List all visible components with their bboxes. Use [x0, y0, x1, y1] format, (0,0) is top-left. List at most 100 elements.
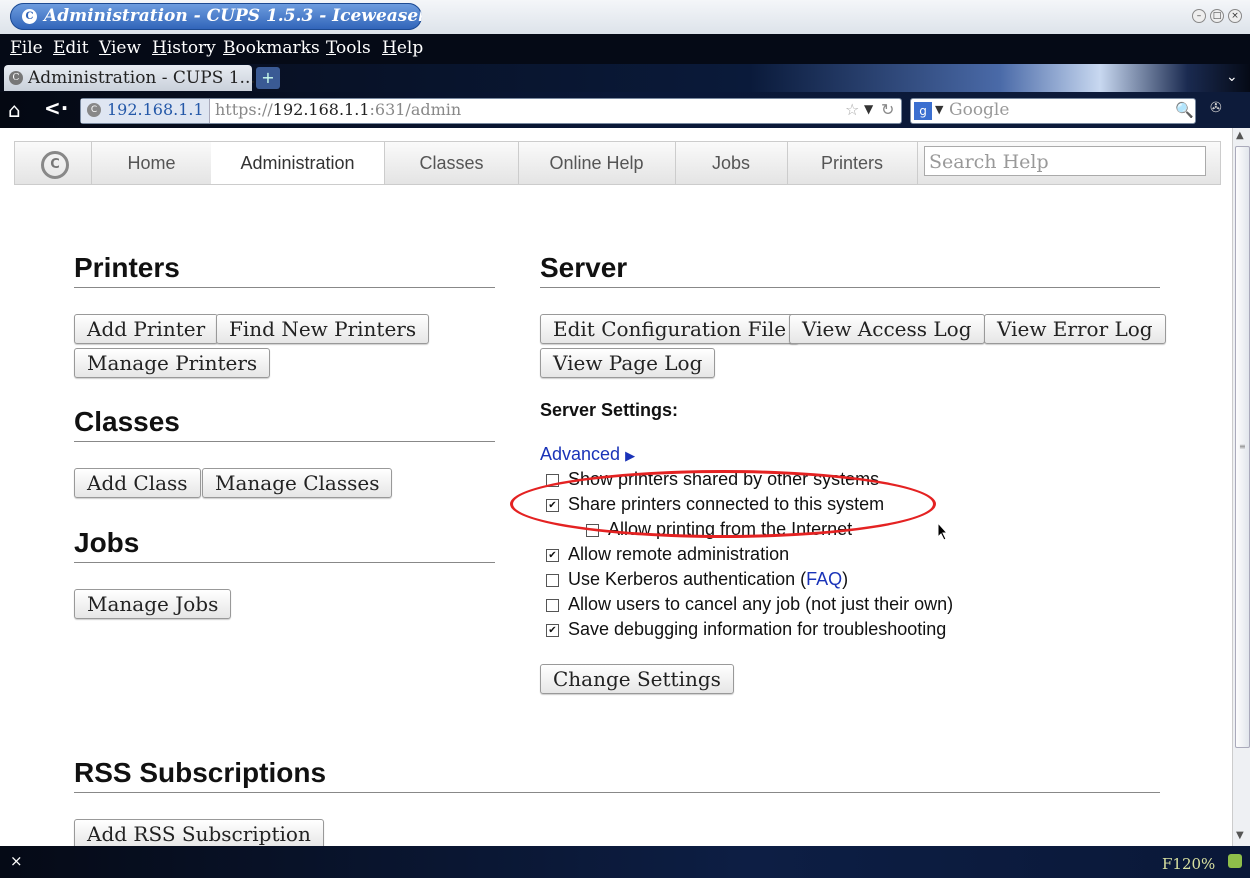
scroll-up-arrow-icon[interactable]: ▲	[1236, 130, 1244, 141]
bookmark-star-icon[interactable]: ☆	[845, 100, 859, 119]
allow-cancel-any-job-checkbox[interactable]	[546, 599, 559, 612]
menu-bookmarks[interactable]: Bookmarks	[223, 38, 320, 58]
toolbar-extension-icon[interactable]: ✇	[1210, 100, 1222, 116]
tab-favicon-icon: C	[9, 71, 23, 85]
close-icon[interactable]: ×	[1228, 9, 1242, 23]
back-arrow-icon[interactable]: <·	[44, 96, 68, 120]
tab-list-chevron-icon[interactable]: ⌄	[1226, 69, 1238, 85]
menu-tools[interactable]: Tools	[326, 38, 371, 58]
home-icon[interactable]: ⌂	[8, 98, 21, 122]
url-bar[interactable]: C 192.168.1.1 https://192.168.1.1:631/ad…	[80, 98, 902, 124]
tabbar: C Administration - CUPS 1.... + ⌄	[0, 64, 1250, 92]
share-printers-label: Share printers connected to this system	[568, 494, 885, 514]
menu-edit[interactable]: Edit	[53, 38, 89, 58]
tab-administration[interactable]: Administration	[211, 142, 385, 184]
web-search-placeholder: Google	[949, 100, 1010, 120]
save-debug-info-label: Save debugging information for troublesh…	[568, 619, 947, 639]
addon-status-icon[interactable]	[1228, 854, 1242, 868]
search-engine-dropdown-icon[interactable]: ▼	[935, 103, 943, 116]
statusbar: × F120%	[0, 846, 1250, 878]
tab-classes[interactable]: Classes	[385, 142, 519, 184]
vertical-scrollbar[interactable]: ▲ ≡ ▼	[1232, 128, 1250, 846]
view-error-log-button[interactable]: View Error Log	[984, 314, 1166, 344]
change-settings-button[interactable]: Change Settings	[540, 664, 734, 694]
allow-internet-printing-checkbox[interactable]	[586, 524, 599, 537]
printers-divider	[74, 287, 495, 288]
zoom-level-indicator[interactable]: F120%	[1162, 855, 1215, 873]
view-page-log-button[interactable]: View Page Log	[540, 348, 716, 378]
scroll-grip-icon: ≡	[1239, 442, 1246, 451]
tab-online-help[interactable]: Online Help	[518, 142, 676, 184]
close-bar-icon[interactable]: ×	[10, 852, 23, 870]
menu-view[interactable]: View	[99, 38, 141, 58]
jobs-heading: Jobs	[74, 527, 140, 558]
minimize-icon[interactable]: –	[1192, 9, 1206, 23]
kerberos-auth-checkbox[interactable]	[546, 574, 559, 587]
site-identity-host: 192.168.1.1	[107, 100, 204, 119]
kerberos-faq-link[interactable]: FAQ	[806, 569, 842, 589]
manage-classes-button[interactable]: Manage Classes	[202, 468, 393, 498]
search-help-input[interactable]: Search Help	[924, 146, 1206, 176]
allow-remote-admin-label: Allow remote administration	[568, 544, 790, 564]
menu-file[interactable]: File	[10, 38, 43, 58]
cups-logo[interactable]: C	[15, 142, 92, 184]
tab-jobs[interactable]: Jobs	[675, 142, 788, 184]
expand-arrow-icon: ▶	[625, 448, 636, 463]
url-host: 192.168.1.1	[272, 100, 370, 119]
classes-divider	[74, 441, 495, 442]
find-new-printers-button[interactable]: Find New Printers	[216, 314, 430, 344]
allow-cancel-any-job-label: Allow users to cancel any job (not just …	[568, 594, 954, 614]
site-identity-button[interactable]: C 192.168.1.1	[81, 99, 210, 123]
tab-printers[interactable]: Printers	[787, 142, 918, 184]
allow-internet-printing-label: Allow printing from the Internet	[608, 519, 853, 539]
navbar: ⌂ <· C 192.168.1.1 https://192.168.1.1:6…	[0, 92, 1250, 128]
window-titlebar[interactable]: C Administration - CUPS 1.5.3 - Icewease…	[0, 0, 1250, 34]
save-debug-info-checkbox[interactable]: ✔	[546, 624, 559, 637]
new-tab-plus-icon[interactable]: +	[256, 67, 280, 89]
tab-home[interactable]: Home	[92, 142, 212, 184]
cups-app-icon: C	[22, 9, 37, 24]
url-history-dropdown-icon[interactable]: ▼	[864, 102, 873, 116]
printers-heading: Printers	[74, 252, 180, 283]
rss-subscriptions-heading: RSS Subscriptions	[74, 757, 327, 788]
url-text[interactable]: https://192.168.1.1:631/admin	[215, 100, 461, 119]
search-engine-icon[interactable]: g	[914, 102, 932, 120]
menu-help[interactable]: Help	[382, 38, 423, 58]
classes-heading: Classes	[74, 406, 180, 437]
advanced-link-label: Advanced	[540, 444, 621, 464]
menubar: File Edit View History Bookmarks Tools H…	[0, 34, 1250, 64]
cups-logo-icon: C	[41, 151, 69, 179]
browser-tab-active[interactable]: C Administration - CUPS 1....	[4, 65, 261, 91]
page-content: C Home Administration Classes Online Hel…	[0, 128, 1232, 846]
add-printer-button[interactable]: Add Printer	[74, 314, 219, 344]
maximize-icon[interactable]: □	[1210, 9, 1224, 23]
reload-icon[interactable]: ↻	[881, 100, 894, 119]
server-divider	[540, 287, 1160, 288]
add-class-button[interactable]: Add Class	[74, 468, 201, 498]
manage-printers-button[interactable]: Manage Printers	[74, 348, 271, 378]
scrollbar-thumb[interactable]: ≡	[1235, 146, 1250, 748]
server-heading: Server	[540, 252, 628, 283]
allow-remote-admin-checkbox[interactable]: ✔	[546, 549, 559, 562]
show-shared-printers-label: Show printers shared by other systems	[568, 469, 880, 489]
cups-navigation-bar: C Home Administration Classes Online Hel…	[14, 141, 1221, 185]
search-icon[interactable]: 🔍	[1175, 101, 1194, 119]
show-shared-printers-checkbox[interactable]	[546, 474, 559, 487]
tab-title: Administration - CUPS 1....	[28, 68, 262, 88]
url-path: :631/admin	[369, 100, 462, 119]
manage-jobs-button[interactable]: Manage Jobs	[74, 589, 232, 619]
window-title-pill: C Administration - CUPS 1.5.3 - Icewease…	[10, 3, 422, 30]
view-access-log-button[interactable]: View Access Log	[789, 314, 985, 344]
advanced-settings-link[interactable]: Advanced ▶	[540, 444, 635, 465]
kerberos-auth-label: Use Kerberos authentication (FAQ)	[568, 569, 848, 590]
scroll-down-arrow-icon[interactable]: ▼	[1236, 830, 1244, 841]
menu-history[interactable]: History	[152, 38, 216, 58]
add-rss-subscription-button[interactable]: Add RSS Subscription	[74, 819, 324, 846]
kerberos-auth-text: Use Kerberos authentication (	[568, 569, 807, 589]
web-search-box[interactable]: g ▼ Google 🔍	[910, 98, 1196, 124]
kerberos-auth-suffix: )	[842, 569, 849, 589]
jobs-divider	[74, 562, 495, 563]
window-title: Administration - CUPS 1.5.3 - Iceweasel	[44, 6, 422, 26]
share-printers-checkbox[interactable]: ✔	[546, 499, 559, 512]
edit-configuration-file-button[interactable]: Edit Configuration File	[540, 314, 800, 344]
